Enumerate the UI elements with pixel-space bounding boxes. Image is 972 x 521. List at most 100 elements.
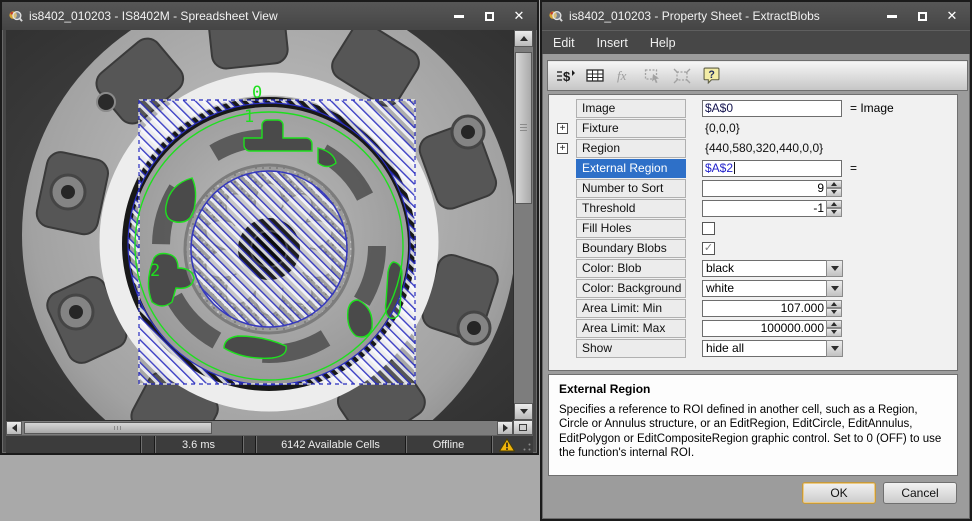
scroll-right-button[interactable] (497, 421, 513, 435)
property-value: {440,580,320,440,0,0} (702, 141, 823, 155)
spinner-field[interactable]: 100000.000 (702, 320, 826, 337)
spinner-buttons (826, 200, 842, 217)
spreadsheet-view-window: is8402_010203 - IS8402M - Spreadsheet Vi… (0, 0, 539, 455)
warning-icon (499, 438, 515, 452)
spinner-buttons (826, 180, 842, 197)
scroll-down-button[interactable] (514, 403, 533, 420)
scroll-up-button[interactable] (514, 30, 533, 47)
property-value: {0,0,0} (702, 121, 740, 135)
resize-grip[interactable] (521, 436, 533, 453)
select-region-icon[interactable] (641, 64, 665, 88)
image-canvas[interactable]: 0 1 2 (6, 30, 513, 420)
camera-image: 0 1 2 (6, 30, 513, 420)
spinner-buttons (826, 320, 842, 337)
close-button[interactable]: ✕ (511, 9, 527, 23)
blob-label-1: 1 (244, 107, 254, 127)
property-value: hide all (702, 340, 843, 357)
value-static: {440,580,320,440,0,0} (702, 141, 823, 155)
insert-spreadsheet-icon[interactable] (583, 64, 607, 88)
spin-up-button[interactable] (826, 200, 842, 209)
checkbox[interactable] (702, 222, 715, 235)
property-label[interactable]: Color: Background (576, 279, 686, 298)
property-label[interactable]: Region (576, 139, 686, 158)
spinner-field[interactable]: -1 (702, 200, 826, 217)
expand-toggle-icon[interactable]: + (549, 143, 576, 154)
property-label[interactable]: Threshold (576, 199, 686, 218)
left-window-title: is8402_010203 - IS8402M - Spreadsheet Vi… (29, 9, 451, 23)
property-row: Fill Holes (549, 218, 957, 238)
status-warning[interactable] (491, 436, 521, 453)
minimize-button[interactable] (884, 9, 900, 23)
vertical-scrollbar[interactable] (513, 30, 533, 420)
app-icon (548, 9, 563, 24)
horizontal-scrollbar[interactable] (6, 420, 513, 435)
property-row: Boundary Blobs (549, 238, 957, 258)
expand-toggle-icon[interactable]: + (549, 123, 576, 134)
dropdown-button[interactable] (826, 280, 843, 297)
desktop: is8402_010203 - IS8402M - Spreadsheet Vi… (0, 0, 972, 521)
maximize-button[interactable] (481, 9, 497, 23)
value-static: {0,0,0} (702, 121, 740, 135)
property-value (702, 222, 715, 235)
close-button[interactable]: ✕ (944, 9, 960, 23)
spin-down-button[interactable] (826, 308, 842, 317)
spin-down-button[interactable] (826, 188, 842, 197)
property-label[interactable]: External Region (576, 159, 686, 178)
property-label[interactable]: Image (576, 99, 686, 118)
property-row: Threshold -1 (549, 198, 957, 218)
dropdown-field[interactable]: hide all (702, 340, 826, 357)
property-row: Area Limit: Min 107.000 (549, 298, 957, 318)
horizontal-scroll-thumb[interactable] (24, 422, 212, 434)
right-window-title: is8402_010203 - Property Sheet - Extract… (569, 9, 884, 23)
spin-down-button[interactable] (826, 208, 842, 217)
blob-label-2: 2 (150, 261, 160, 281)
dropdown-field[interactable]: white (702, 280, 826, 297)
dropdown-button[interactable] (826, 340, 843, 357)
spinner-field[interactable]: 9 (702, 180, 826, 197)
minimize-button[interactable] (451, 9, 467, 23)
spin-up-button[interactable] (826, 320, 842, 329)
property-label[interactable]: Area Limit: Min (576, 299, 686, 318)
svg-text:$: $ (563, 69, 571, 84)
menu-insert[interactable]: Insert (586, 36, 639, 50)
property-label[interactable]: Boundary Blobs (576, 239, 686, 258)
value-input[interactable]: $A$2 (702, 160, 842, 177)
scroll-left-button[interactable] (6, 421, 22, 435)
property-row: Show hide all (549, 338, 957, 358)
svg-text:?: ? (708, 69, 714, 81)
right-titlebar[interactable]: is8402_010203 - Property Sheet - Extract… (542, 2, 970, 30)
ok-button[interactable]: OK (802, 482, 876, 504)
help-icon[interactable]: ? (699, 64, 723, 88)
description-panel: External Region Specifies a reference to… (548, 374, 958, 476)
property-row: +Fixture {0,0,0} (549, 118, 957, 138)
left-titlebar[interactable]: is8402_010203 - IS8402M - Spreadsheet Vi… (2, 2, 537, 30)
menu-help[interactable]: Help (639, 36, 687, 50)
property-row: Color: Background white (549, 278, 957, 298)
property-label[interactable]: Fixture (576, 119, 686, 138)
vertical-scroll-thumb[interactable] (515, 52, 532, 204)
checkbox[interactable] (702, 242, 715, 255)
spin-up-button[interactable] (826, 180, 842, 189)
property-label[interactable]: Fill Holes (576, 219, 686, 238)
menu-edit[interactable]: Edit (542, 36, 586, 50)
spin-down-button[interactable] (826, 328, 842, 337)
property-label[interactable]: Show (576, 339, 686, 358)
property-value: 100000.000 (702, 320, 842, 337)
status-timing: 3.6 ms (154, 436, 242, 453)
property-label[interactable]: Area Limit: Max (576, 319, 686, 338)
value-input[interactable]: $A$0 (702, 100, 842, 117)
spin-up-button[interactable] (826, 300, 842, 309)
value-text: $A$0 (705, 101, 733, 116)
property-row: Image$A$0= Image (549, 98, 957, 118)
insert-function-icon[interactable]: fx (612, 64, 636, 88)
property-label[interactable]: Color: Blob (576, 259, 686, 278)
maximize-button[interactable] (914, 9, 930, 23)
dropdown-field[interactable]: black (702, 260, 826, 277)
absolute-reference-icon[interactable]: $ (554, 64, 578, 88)
fit-image-button[interactable] (513, 420, 533, 435)
cancel-button[interactable]: Cancel (883, 482, 957, 504)
property-label[interactable]: Number to Sort (576, 179, 686, 198)
maximize-region-icon[interactable] (670, 64, 694, 88)
spinner-field[interactable]: 107.000 (702, 300, 826, 317)
dropdown-button[interactable] (826, 260, 843, 277)
